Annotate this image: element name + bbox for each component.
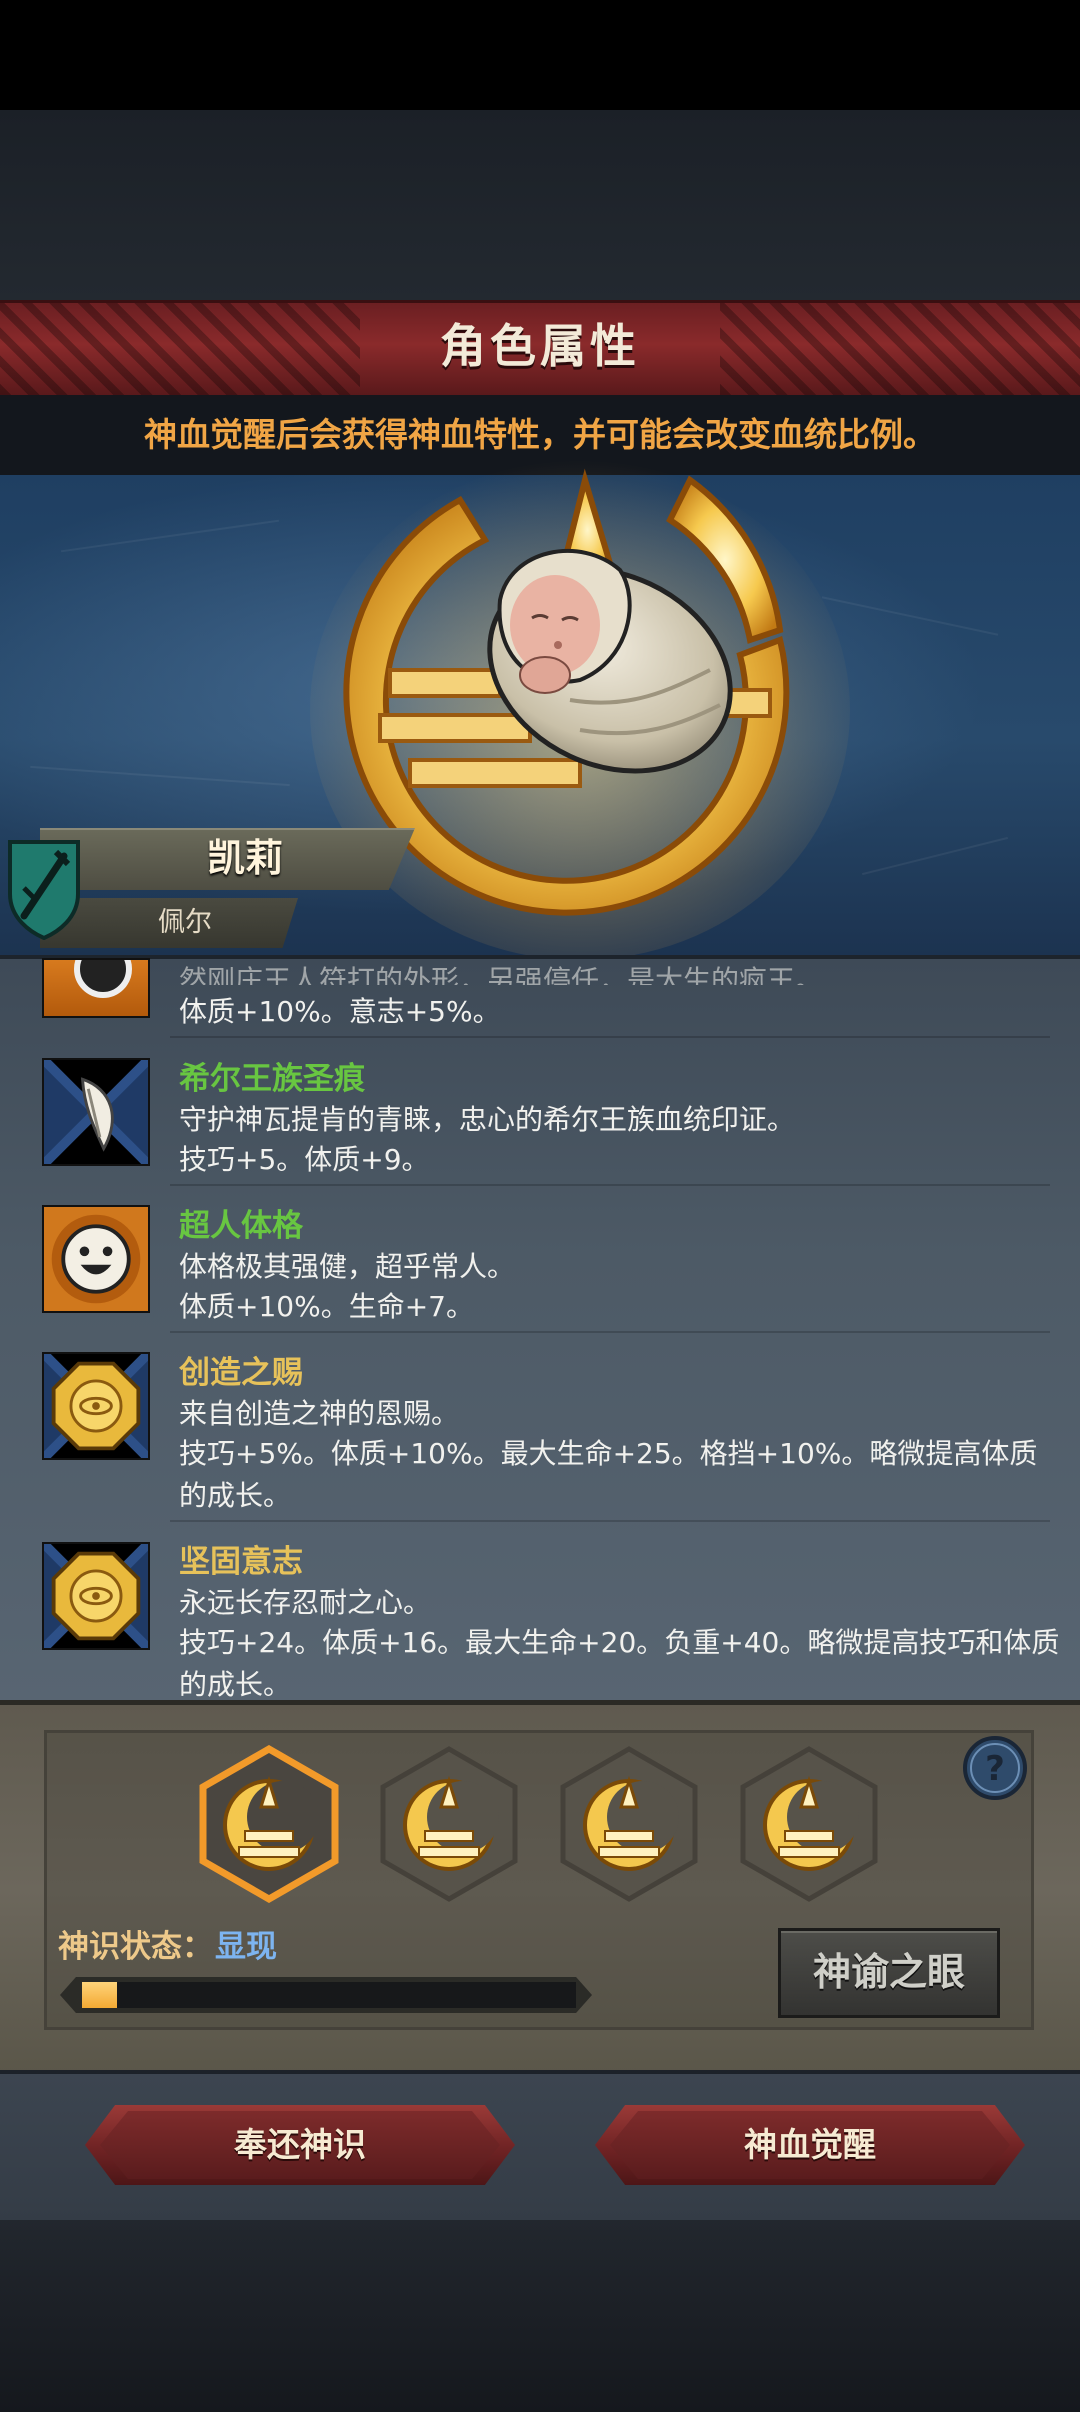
trait-name: 坚固意志 — [179, 1544, 303, 1580]
awakening-slot-1[interactable] — [199, 1745, 339, 1903]
status-label: 神识状态： — [58, 1929, 213, 1965]
question-mark-icon[interactable]: ? — [962, 1735, 1028, 1801]
trait-stats-continued: 的成长。 — [179, 1668, 292, 1701]
trait-list[interactable] — [0, 955, 1080, 1704]
trait-description: 来自创造之神的恩赐。 — [179, 1397, 460, 1430]
golden-octagon-seal-icon — [42, 1352, 150, 1460]
feather-trait-icon — [42, 1058, 150, 1166]
trait-stats: 体质+10%。生命+7。 — [179, 1290, 474, 1323]
awakening-slot-3[interactable] — [559, 1745, 699, 1903]
status-bar — [0, 0, 1080, 110]
golden-octagon-seal-icon — [42, 1542, 150, 1650]
page-title: 角色属性 — [440, 319, 640, 373]
status-value: 显现 — [215, 1929, 277, 1965]
trait-divider — [170, 1036, 1050, 1038]
awakening-slot-2[interactable] — [379, 1745, 519, 1903]
trait-name: 创造之赐 — [179, 1355, 303, 1391]
trait-stats: 技巧+5。体质+9。 — [179, 1143, 430, 1176]
progress-fill — [82, 1982, 117, 2008]
smiley-face-icon — [42, 1205, 150, 1313]
trait-description: 体格极其强健，超乎常人。 — [179, 1250, 516, 1283]
trait-stats: 技巧+24。体质+16。最大生命+20。负重+40。略微提高技巧和体质 — [179, 1626, 1060, 1659]
trait-divider — [170, 1520, 1050, 1522]
trait-stats: 技巧+5%。体质+10%。最大生命+25。格挡+10%。略微提高体质 — [179, 1437, 1038, 1470]
trait-stats-continued: 的成长。 — [179, 1479, 292, 1512]
awaken-button-label: 神血觉醒 — [744, 2125, 876, 2164]
return-button-label: 奉还神识 — [234, 2125, 366, 2164]
trait-divider — [170, 1331, 1050, 1333]
backdrop-bottom — [0, 2220, 1080, 2412]
svg-text:?: ? — [985, 1749, 1005, 1789]
character-subname: 佩尔 — [158, 907, 212, 938]
eye-trait-icon — [42, 958, 150, 1018]
character-name: 凯莉 — [206, 836, 283, 880]
trait-divider — [170, 1184, 1050, 1186]
crossed-swords-shield-icon — [8, 840, 80, 940]
trait-name: 希尔王族圣痕 — [179, 1061, 365, 1097]
trait-stats: 体质+10%。意志+5%。 — [179, 995, 501, 1028]
progress-bar — [82, 1982, 576, 2008]
backdrop-top — [0, 110, 1080, 300]
trait-name: 超人体格 — [179, 1208, 303, 1244]
trait-description: 然刚庄王人符打的外形，另强停任，是大生的疯王。 — [179, 964, 824, 985]
trait-description: 永远长存忍耐之心。 — [179, 1586, 432, 1619]
awakening-slot-4[interactable] — [739, 1745, 879, 1903]
oracle-eye-button-label: 神谕之眼 — [812, 1950, 965, 1994]
trait-description: 守护神瓦提肯的青睐，忠心的希尔王族血统印证。 — [179, 1103, 796, 1136]
